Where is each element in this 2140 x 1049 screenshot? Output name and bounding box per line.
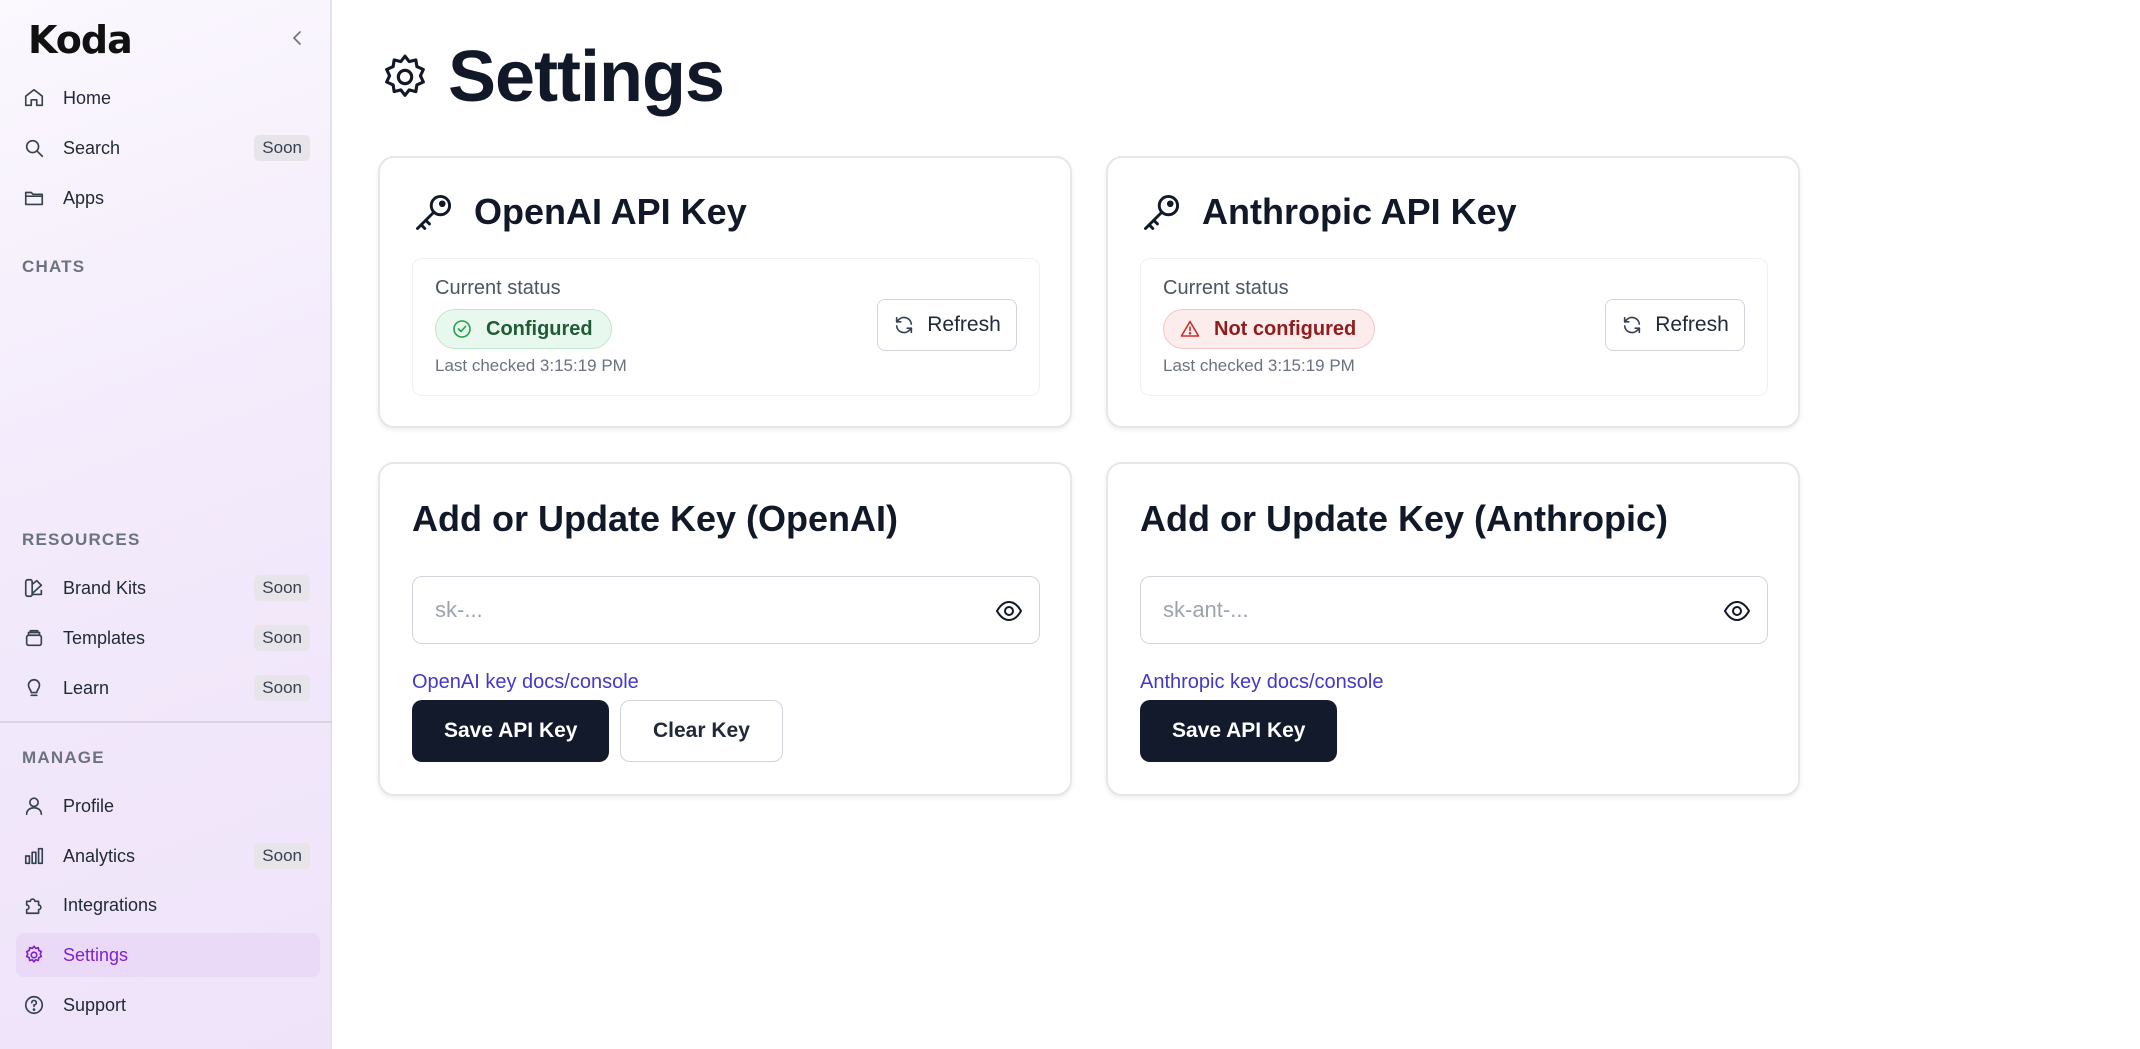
- nav-item-label: Analytics: [63, 845, 136, 866]
- user-icon: [22, 794, 46, 818]
- soon-badge: Soon: [254, 625, 310, 651]
- soon-badge: Soon: [254, 843, 310, 869]
- nav-item-integrations[interactable]: Integrations: [16, 883, 320, 927]
- nav-item-label: Home: [63, 87, 112, 108]
- sidebar: Koda Home Search Soon Apps CHATS RESOURC…: [0, 0, 332, 1049]
- nav-item-learn[interactable]: Learn Soon: [16, 666, 320, 710]
- last-checked: Last checked 3:15:19 PM: [435, 356, 627, 375]
- page-title: Settings: [448, 37, 725, 117]
- key-icon: [412, 190, 456, 234]
- status-panel: Current status Not configured Last check…: [1140, 258, 1768, 396]
- nav-item-label: Templates: [63, 627, 146, 648]
- nav-item-label: Integrations: [63, 894, 158, 915]
- openai-docs-link[interactable]: OpenAI key docs/console: [412, 671, 639, 694]
- anthropic-key-input[interactable]: [1163, 577, 1664, 643]
- status-panel: Current status Configured Last checked 3…: [412, 258, 1040, 396]
- resources-section-label: RESOURCES: [22, 530, 141, 549]
- nav-item-home[interactable]: Home: [16, 76, 320, 120]
- check-circle-icon: [452, 319, 472, 339]
- card-header: OpenAI API Key: [412, 190, 747, 234]
- nav-item-label: Apps: [63, 187, 105, 208]
- help-circle-icon: [22, 993, 46, 1017]
- nav-item-analytics[interactable]: Analytics Soon: [16, 834, 320, 878]
- save-api-key-button[interactable]: Save API Key: [412, 700, 610, 762]
- templates-icon: [22, 626, 46, 650]
- puzzle-icon: [22, 893, 46, 917]
- nav-item-label: Learn: [63, 677, 110, 698]
- key-icon: [1140, 190, 1184, 234]
- status-label: Current status: [1163, 277, 1289, 299]
- soon-badge: Soon: [254, 675, 310, 701]
- nav-item-apps[interactable]: Apps: [16, 176, 320, 220]
- chevron-left-icon: [293, 31, 301, 45]
- nav-item-label: Brand Kits: [63, 577, 147, 598]
- anthropic-update-card: Add or Update Key (Anthropic) Anthropic …: [1106, 462, 1800, 796]
- anthropic-key-field: [1140, 576, 1768, 644]
- openai-update-card: Add or Update Key (OpenAI) OpenAI key do…: [378, 462, 1072, 796]
- card-title: Add or Update Key (Anthropic): [1140, 498, 1668, 539]
- nav-item-search[interactable]: Search Soon: [16, 126, 320, 170]
- status-badge: Not configured: [1163, 309, 1376, 349]
- openai-key-field: [412, 576, 1040, 644]
- gear-icon: [22, 943, 46, 967]
- bar-chart-icon: [22, 844, 46, 868]
- home-icon: [22, 86, 46, 110]
- nav-item-settings[interactable]: Settings: [16, 933, 320, 977]
- openai-status-card: OpenAI API Key Current status Configured…: [378, 156, 1072, 428]
- refresh-label: Refresh: [927, 313, 1001, 336]
- nav-item-label: Profile: [63, 795, 115, 816]
- eye-icon[interactable]: [995, 598, 1023, 624]
- nav-item-label: Support: [63, 994, 127, 1015]
- save-api-key-button[interactable]: Save API Key: [1140, 700, 1338, 762]
- soon-badge: Soon: [254, 135, 310, 161]
- status-text: Not configured: [1214, 317, 1357, 340]
- status-badge: Configured: [435, 309, 612, 349]
- manage-section-label: MANAGE: [22, 748, 105, 767]
- alert-triangle-icon: [1180, 319, 1200, 339]
- anthropic-docs-link[interactable]: Anthropic key docs/console: [1140, 671, 1383, 694]
- anthropic-status-card: Anthropic API Key Current status Not con…: [1106, 156, 1800, 428]
- refresh-label: Refresh: [1655, 313, 1729, 336]
- lightbulb-icon: [22, 676, 46, 700]
- sidebar-divider: [0, 721, 332, 723]
- status-label: Current status: [435, 277, 561, 299]
- nav-item-support[interactable]: Support: [16, 983, 320, 1027]
- openai-key-input[interactable]: [435, 577, 936, 643]
- eye-icon[interactable]: [1723, 598, 1751, 624]
- nav-item-label: Search: [63, 137, 121, 158]
- nav-item-brand-kits[interactable]: Brand Kits Soon: [16, 566, 320, 610]
- card-header: Anthropic API Key: [1140, 190, 1517, 234]
- nav-item-label: Settings: [63, 944, 129, 965]
- refresh-icon: [893, 314, 915, 336]
- status-text: Configured: [486, 317, 593, 340]
- card-title: OpenAI API Key: [474, 191, 747, 232]
- refresh-button[interactable]: Refresh: [877, 299, 1017, 351]
- refresh-icon: [1621, 314, 1643, 336]
- search-icon: [22, 136, 46, 160]
- card-title: Anthropic API Key: [1202, 191, 1517, 232]
- page-header: Settings: [380, 36, 725, 118]
- app-logo[interactable]: Koda: [28, 18, 133, 62]
- palette-icon: [22, 576, 46, 600]
- last-checked: Last checked 3:15:19 PM: [1163, 356, 1355, 375]
- chats-section-label: CHATS: [22, 257, 86, 276]
- refresh-button[interactable]: Refresh: [1605, 299, 1745, 351]
- soon-badge: Soon: [254, 575, 310, 601]
- clear-key-button[interactable]: Clear Key: [620, 700, 783, 762]
- collapse-sidebar-button[interactable]: [286, 26, 310, 50]
- card-title: Add or Update Key (OpenAI): [412, 498, 899, 539]
- nav-item-profile[interactable]: Profile: [16, 784, 320, 828]
- gear-icon: [380, 52, 430, 102]
- folder-icon: [22, 186, 46, 210]
- nav-item-templates[interactable]: Templates Soon: [16, 616, 320, 660]
